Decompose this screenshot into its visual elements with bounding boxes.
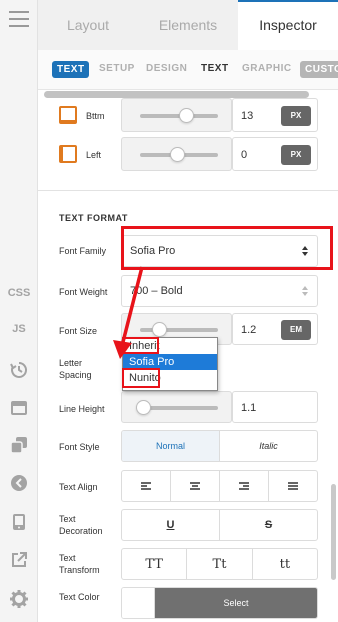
text-transform-group: TT Tt tt xyxy=(121,548,318,580)
css-button[interactable]: CSS xyxy=(0,287,38,299)
external-link-icon[interactable] xyxy=(9,550,29,570)
inspector-subtabs: TEXT SETUP DESIGN TEXT GRAPHIC CUSTO xyxy=(38,50,338,90)
left-rail: CSS JS xyxy=(0,0,38,622)
padding-left-label: Left xyxy=(86,150,102,160)
padding-left-slider[interactable] xyxy=(121,137,232,171)
device-icon[interactable] xyxy=(9,512,29,532)
padding-bottom-icon xyxy=(59,106,77,124)
font-size-label: Font Size xyxy=(59,326,98,336)
padding-bottom-unit: PX xyxy=(281,106,311,126)
underline-button[interactable]: U xyxy=(122,510,220,540)
text-transform-label: Text Transform xyxy=(59,553,100,575)
padding-left-input[interactable]: 0 PX xyxy=(232,137,318,171)
annotation-box-nunito xyxy=(122,368,160,388)
tab-elements[interactable]: Elements xyxy=(138,0,238,50)
text-decoration-group: U S xyxy=(121,509,318,541)
align-center-icon xyxy=(190,481,200,490)
align-justify-icon xyxy=(288,481,298,490)
window-icon[interactable] xyxy=(9,398,29,418)
section-divider xyxy=(38,190,338,191)
text-align-label: Text Align xyxy=(59,482,98,492)
annotation-arrow-icon xyxy=(113,266,144,359)
tab-layout[interactable]: Layout xyxy=(38,0,138,50)
capitalize-button[interactable]: Tt xyxy=(187,549,253,579)
padding-bottom-label: Bttm xyxy=(86,111,105,121)
color-swatch[interactable] xyxy=(122,588,155,618)
vertical-scrollbar[interactable] xyxy=(331,484,336,580)
color-select-button[interactable]: Select xyxy=(155,588,317,618)
menu-icon[interactable] xyxy=(9,11,29,32)
align-center-button[interactable] xyxy=(171,471,220,501)
back-icon[interactable] xyxy=(9,473,29,493)
line-height-input[interactable]: 1.1 xyxy=(232,391,318,423)
section-title: TEXT FORMAT xyxy=(59,213,128,223)
align-justify-button[interactable] xyxy=(269,471,317,501)
font-weight-select[interactable]: 700 – Bold xyxy=(121,275,318,307)
main-tabs: Layout Elements Inspector xyxy=(38,0,338,50)
select-arrows-icon xyxy=(302,286,308,296)
font-style-italic-button[interactable]: Italic xyxy=(220,431,317,461)
subtab-design[interactable]: DESIGN xyxy=(146,63,187,74)
line-height-slider[interactable] xyxy=(121,391,232,423)
subtab-graphic[interactable]: GRAPHIC xyxy=(242,63,292,74)
subtab-setup[interactable]: SETUP xyxy=(99,63,135,74)
font-weight-label: Font Weight xyxy=(59,287,108,297)
copy-icon[interactable] xyxy=(9,435,29,455)
annotation-box-font-family xyxy=(121,226,333,270)
gear-icon[interactable] xyxy=(9,589,29,609)
font-size-input[interactable]: 1.2 EM xyxy=(232,313,318,345)
strikethrough-button[interactable]: S xyxy=(220,510,317,540)
font-style-normal-button[interactable]: Normal xyxy=(122,431,220,461)
history-icon[interactable] xyxy=(9,360,29,380)
font-family-label: Font Family xyxy=(59,246,107,256)
text-align-group xyxy=(121,470,318,502)
line-height-label: Line Height xyxy=(59,404,105,414)
padding-left-unit: PX xyxy=(281,145,311,165)
align-left-icon xyxy=(141,481,151,490)
lowercase-button[interactable]: tt xyxy=(253,549,317,579)
uppercase-button[interactable]: TT xyxy=(122,549,188,579)
horizontal-scrollbar[interactable] xyxy=(44,91,309,98)
letter-spacing-label: Letter Spacing xyxy=(59,358,92,380)
align-right-icon xyxy=(239,481,249,490)
subtab-text-active[interactable]: TEXT xyxy=(52,61,89,78)
padding-left-icon xyxy=(59,145,77,163)
text-color-label: Text Color xyxy=(59,592,100,602)
align-right-button[interactable] xyxy=(220,471,269,501)
padding-bottom-input[interactable]: 13 PX xyxy=(232,98,318,132)
text-color-picker[interactable]: Select xyxy=(121,587,318,619)
font-style-label: Font Style xyxy=(59,442,100,452)
subtab-text[interactable]: TEXT xyxy=(201,63,229,74)
font-style-toggle: Normal Italic xyxy=(121,430,318,462)
align-left-button[interactable] xyxy=(122,471,171,501)
subtab-custom[interactable]: CUSTO xyxy=(300,61,338,78)
text-decoration-label: Text Decoration xyxy=(59,514,103,536)
tab-inspector[interactable]: Inspector xyxy=(238,0,338,50)
js-button[interactable]: JS xyxy=(0,323,38,335)
padding-bottom-slider[interactable] xyxy=(121,98,232,132)
font-size-unit: EM xyxy=(281,320,311,340)
